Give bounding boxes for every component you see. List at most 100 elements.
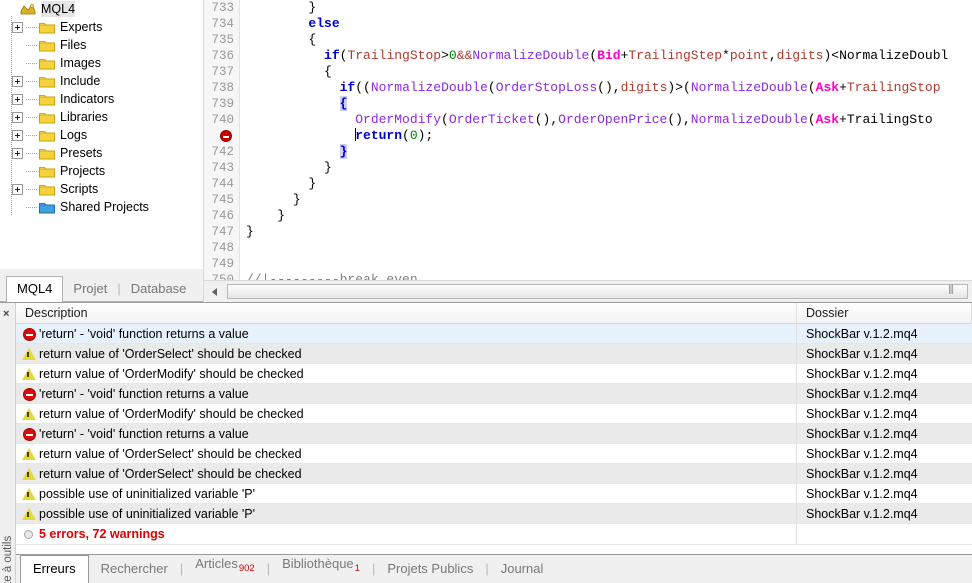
code-line[interactable]: 738 if((NormalizeDouble(OrderStopLoss(),…	[204, 80, 972, 96]
line-number: 745	[204, 192, 240, 208]
error-icon	[21, 427, 39, 441]
code-line-text: else	[240, 16, 340, 32]
table-row[interactable]: possible use of uninitialized variable '…	[16, 484, 972, 504]
warning-icon	[21, 487, 39, 501]
errors-grid[interactable]: Description Dossier 'return' - 'void' fu…	[16, 303, 972, 554]
folder-icon	[39, 147, 55, 160]
table-row[interactable]: return value of 'OrderSelect' should be …	[16, 444, 972, 464]
code-line-text: OrderModify(OrderTicket(),OrderOpenPrice…	[240, 112, 933, 128]
table-row[interactable]: 'return' - 'void' function returns a val…	[16, 384, 972, 404]
table-row[interactable]: possible use of uninitialized variable '…	[16, 504, 972, 524]
warning-icon	[21, 407, 39, 421]
tree-item-logs[interactable]: Logs	[0, 126, 203, 144]
toolbox-tab-rechercher[interactable]: Rechercher	[89, 556, 180, 583]
tree-item-include[interactable]: Include	[0, 72, 203, 90]
line-number: 742	[204, 144, 240, 160]
toolbox-vertical-label: Boîte à outils	[2, 509, 14, 583]
expand-plus-icon[interactable]	[12, 76, 23, 87]
tree-item-label: Images	[60, 55, 101, 71]
mql4-root-icon	[20, 3, 36, 16]
tree-item-projects[interactable]: Projects	[0, 162, 203, 180]
toolbox-tab-journal[interactable]: Journal	[489, 556, 556, 583]
code-line[interactable]: 749	[204, 256, 972, 272]
code-line[interactable]: 745 }	[204, 192, 972, 208]
code-line[interactable]: 739 {	[204, 96, 972, 112]
line-error-marker-icon[interactable]	[204, 128, 240, 144]
toolbox-tab-badge: 1	[355, 563, 360, 574]
table-row[interactable]: return value of 'OrderSelect' should be …	[16, 344, 972, 364]
tree-item-mql4[interactable]: MQL4	[0, 0, 203, 18]
code-line[interactable]: 733 }	[204, 0, 972, 16]
code-area[interactable]: 733 }734 else735 {736 if(TrailingStop>0&…	[204, 0, 972, 280]
row-description-text: return value of 'OrderModify' should be …	[39, 366, 304, 382]
nav-tab-projet[interactable]: Projet	[63, 277, 117, 302]
line-number: 746	[204, 208, 240, 224]
table-row[interactable]: 'return' - 'void' function returns a val…	[16, 424, 972, 444]
column-header-folder[interactable]: Dossier	[797, 303, 972, 324]
tree-item-scripts[interactable]: Scripts	[0, 180, 203, 198]
code-line-text: {	[240, 96, 347, 112]
code-line[interactable]: 740 OrderModify(OrderTicket(),OrderOpenP…	[204, 112, 972, 128]
row-description-text: possible use of uninitialized variable '…	[39, 486, 255, 502]
table-row[interactable]: return value of 'OrderSelect' should be …	[16, 464, 972, 484]
cell-folder: ShockBar v.1.2.mq4	[797, 504, 972, 524]
tree-item-experts[interactable]: Experts	[0, 18, 203, 36]
line-number: 740	[204, 112, 240, 128]
expand-plus-icon[interactable]	[12, 184, 23, 195]
toolbox-tab-erreurs[interactable]: Erreurs	[20, 555, 89, 583]
navigator-tree[interactable]: MQL4ExpertsFilesImagesIncludeIndicatorsL…	[0, 0, 203, 268]
row-description-text: 'return' - 'void' function returns a val…	[39, 386, 249, 402]
code-line[interactable]: 744 }	[204, 176, 972, 192]
toolbox-tab-biblioth-que[interactable]: Bibliothèque1	[270, 551, 372, 583]
mql4-metaeditor-window: MQL4ExpertsFilesImagesIncludeIndicatorsL…	[0, 0, 972, 583]
tree-item-files[interactable]: Files	[0, 36, 203, 54]
expand-plus-icon[interactable]	[12, 22, 23, 33]
code-line[interactable]: 748	[204, 240, 972, 256]
toolbox-tab-projets-publics[interactable]: Projets Publics	[375, 556, 485, 583]
code-line[interactable]: 750//|---------break even	[204, 272, 972, 280]
cell-description: return value of 'OrderModify' should be …	[16, 404, 797, 424]
folder-icon	[39, 21, 55, 34]
close-icon[interactable]: ×	[3, 309, 9, 319]
code-line[interactable]: 737 {	[204, 64, 972, 80]
scrollbar-thumb[interactable]	[227, 284, 968, 299]
editor-horizontal-scrollbar[interactable]	[204, 280, 972, 302]
tree-item-shared-projects[interactable]: Shared Projects	[0, 198, 203, 216]
toolbox-tab-articles[interactable]: Articles902	[183, 551, 266, 583]
expand-plus-icon[interactable]	[12, 94, 23, 105]
expand-plus-icon[interactable]	[12, 112, 23, 123]
tree-item-libraries[interactable]: Libraries	[0, 108, 203, 126]
code-line[interactable]: 743 }	[204, 160, 972, 176]
code-line[interactable]: 747}	[204, 224, 972, 240]
error-icon	[21, 327, 39, 341]
code-line[interactable]: 735 {	[204, 32, 972, 48]
tree-connector	[26, 22, 39, 33]
line-number: 743	[204, 160, 240, 176]
expand-plus-icon[interactable]	[12, 130, 23, 141]
tree-item-label: Logs	[60, 127, 87, 143]
scroll-left-arrow-icon[interactable]	[207, 284, 223, 300]
line-number: 750	[204, 272, 240, 280]
code-line[interactable]: 746 }	[204, 208, 972, 224]
table-row[interactable]: 'return' - 'void' function returns a val…	[16, 324, 972, 344]
cell-description: return value of 'OrderSelect' should be …	[16, 344, 797, 364]
toolbox-tab-bar: ErreursRechercher|Articles902|Bibliothèq…	[16, 554, 972, 583]
errors-grid-header: Description Dossier	[16, 303, 972, 324]
expand-plus-icon[interactable]	[12, 148, 23, 159]
code-line[interactable]: return(0);	[204, 128, 972, 144]
nav-tab-mql4[interactable]: MQL4	[6, 276, 63, 302]
code-line[interactable]: 736 if(TrailingStop>0&&NormalizeDouble(B…	[204, 48, 972, 64]
cell-description: return value of 'OrderSelect' should be …	[16, 444, 797, 464]
code-line[interactable]: 734 else	[204, 16, 972, 32]
tree-item-indicators[interactable]: Indicators	[0, 90, 203, 108]
table-row[interactable]: return value of 'OrderModify' should be …	[16, 404, 972, 424]
code-line[interactable]: 742 }	[204, 144, 972, 160]
tree-item-images[interactable]: Images	[0, 54, 203, 72]
tree-item-presets[interactable]: Presets	[0, 144, 203, 162]
warning-icon	[21, 467, 39, 481]
column-header-description[interactable]: Description	[16, 303, 797, 324]
table-row[interactable]: return value of 'OrderModify' should be …	[16, 364, 972, 384]
cell-description: possible use of uninitialized variable '…	[16, 504, 797, 524]
nav-tab-database[interactable]: Database	[121, 277, 197, 302]
warning-icon	[21, 507, 39, 521]
